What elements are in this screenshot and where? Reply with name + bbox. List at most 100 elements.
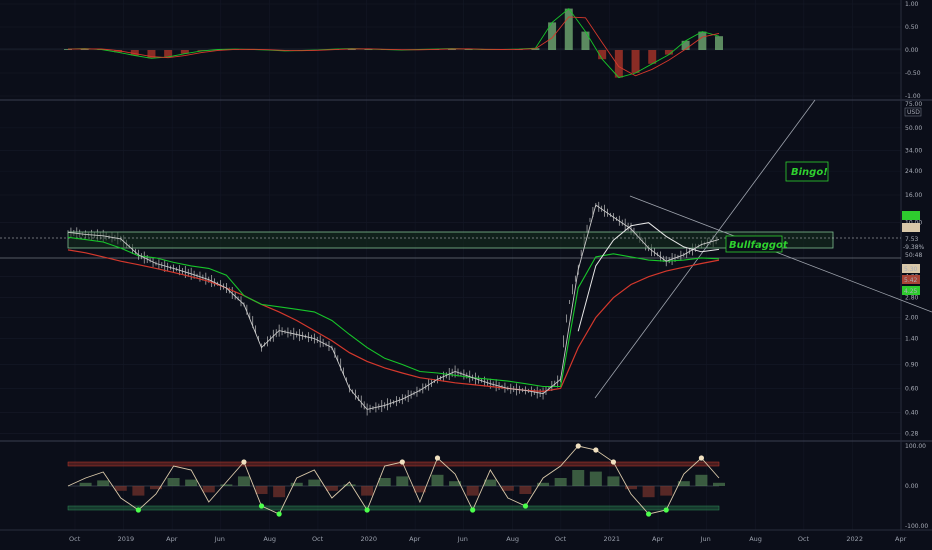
bullf-annotation: Bullfaggot	[729, 240, 789, 251]
chart-background	[0, 0, 932, 550]
bottom-osc-bar	[501, 486, 514, 491]
bottom-osc-signal-dot	[399, 459, 405, 465]
bottom-osc-bar	[695, 474, 708, 486]
bottom-osc-signal-dot	[593, 447, 599, 453]
top-osc-bar	[715, 36, 723, 50]
top-osc-bar	[164, 50, 173, 57]
top-osc-bar	[581, 31, 590, 50]
bottom-osc-bar	[378, 478, 391, 486]
price-tick-label: 50.00	[905, 125, 922, 132]
tag-c: 4.25	[904, 288, 918, 295]
date-tick-label: Oct	[555, 535, 567, 543]
bingo-annotation: Bingo!	[791, 167, 828, 178]
top-price-label: 75.00	[905, 101, 922, 108]
price-tick-label: 0.90	[905, 362, 919, 369]
bottom-osc-signal-dot	[135, 507, 141, 513]
bottom-osc-bar	[554, 478, 567, 486]
bottom-osc-signal-dot	[575, 443, 581, 449]
date-tick-label: Jun	[214, 535, 225, 543]
price-tick-label: 34.00	[905, 148, 922, 155]
top-osc-bar	[631, 50, 640, 73]
tag-a: 5.30	[904, 266, 918, 273]
price-tick-label: 16.00	[905, 192, 922, 199]
date-tick-label: Apr	[166, 535, 178, 543]
currency-label: USD	[907, 109, 920, 116]
date-tick-label: Apr	[652, 535, 664, 543]
bottom-osc-bar	[466, 486, 479, 496]
date-tick-label: 2022	[846, 535, 863, 543]
bottom-osc-signal-dot	[663, 507, 669, 513]
bottom-osc-bar	[396, 476, 409, 486]
top-osc-tick-label: -0.50	[905, 70, 921, 77]
oversold-band	[67, 505, 720, 511]
bottom-osc-bar	[308, 479, 321, 486]
bottom-osc-signal-dot	[364, 507, 370, 513]
bottom-osc-tick-label: -100.00	[905, 523, 928, 530]
bottom-osc-signal-dot	[258, 503, 265, 509]
date-tick-label: Aug	[506, 535, 519, 543]
price-tick-label: 24.00	[905, 168, 922, 175]
price-tick-label: 2.80	[905, 295, 919, 302]
bottom-osc-bar	[431, 474, 444, 486]
date-tick-label: 2021	[603, 535, 620, 543]
bottom-osc-bar	[607, 476, 620, 486]
bottom-osc-tick-label: 0.00	[905, 483, 919, 490]
price-tick-label: 1.40	[905, 336, 919, 343]
bottom-osc-bar	[185, 479, 198, 486]
date-tick-label: Jun	[457, 535, 468, 543]
bottom-osc-bar	[519, 486, 532, 494]
date-tick-label: Oct	[798, 535, 810, 543]
date-tick-label: 2019	[118, 535, 135, 543]
tag-green-top	[902, 211, 920, 220]
top-osc-bar	[698, 31, 707, 50]
date-tick-label: Aug	[749, 535, 762, 543]
bottom-osc-signal-dot	[276, 511, 282, 517]
date-tick-label: Oct	[312, 535, 324, 543]
bottom-osc-bar	[589, 471, 602, 486]
date-tick-label: Oct	[69, 535, 81, 543]
bottom-osc-bar	[660, 486, 673, 496]
price-tick-label: 0.40	[905, 409, 919, 416]
bottom-osc-bar	[361, 486, 374, 496]
bottom-osc-bar	[97, 480, 110, 486]
top-osc-tick-label: 0.50	[905, 24, 919, 31]
bottom-osc-bar	[167, 478, 180, 486]
bottom-osc-signal-dot	[241, 459, 247, 465]
bottom-osc-signal-dot	[470, 507, 476, 513]
date-tick-label: 2020	[361, 535, 378, 543]
bottom-osc-signal-dot	[522, 503, 529, 509]
top-osc-tick-label: 1.00	[905, 1, 919, 8]
top-osc-tick-label: 0.00	[905, 47, 919, 54]
bottom-osc-bar	[132, 486, 145, 496]
top-osc-tick-label: -1.00	[905, 93, 921, 100]
tag-last-price: 7.53	[905, 236, 919, 243]
date-tick-label: Jun	[700, 535, 711, 543]
price-tick-label: 2.00	[905, 315, 919, 322]
bottom-osc-bar	[220, 484, 233, 486]
top-osc-bar	[564, 8, 573, 51]
date-tick-label: Apr	[409, 535, 421, 543]
tag-change: -9.38%	[903, 244, 925, 251]
bottom-osc-bar	[642, 486, 655, 498]
bottom-osc-bar	[237, 476, 250, 486]
bottom-osc-signal-dot	[434, 455, 441, 461]
tag-tan-top	[902, 223, 920, 232]
bottom-osc-bar	[273, 486, 286, 498]
price-tick-label: 0.60	[905, 385, 919, 392]
bottom-osc-bar	[713, 482, 725, 486]
date-tick-label: Apr	[895, 535, 907, 543]
tag-b: 5.42	[904, 277, 918, 284]
bottom-osc-signal-dot	[646, 511, 652, 517]
chart-svg[interactable]: 1.00 0.50 0.00 -0.50 -1.00 50.00 34.00 24.00 16.…	[0, 0, 932, 550]
bottom-osc-signal-dot	[610, 459, 617, 465]
bottom-osc-bar	[572, 470, 585, 486]
bottom-osc-bar	[114, 486, 127, 491]
bottom-osc-signal-dot	[698, 455, 705, 461]
top-osc-bar	[614, 50, 623, 78]
price-tick-label: 0.28	[905, 430, 919, 437]
bottom-osc-bar	[79, 482, 92, 486]
bottom-osc-bar	[255, 486, 268, 494]
date-tick-label: Aug	[263, 535, 276, 543]
bottom-osc-bar	[325, 486, 338, 491]
bottom-osc-bar	[202, 486, 215, 493]
